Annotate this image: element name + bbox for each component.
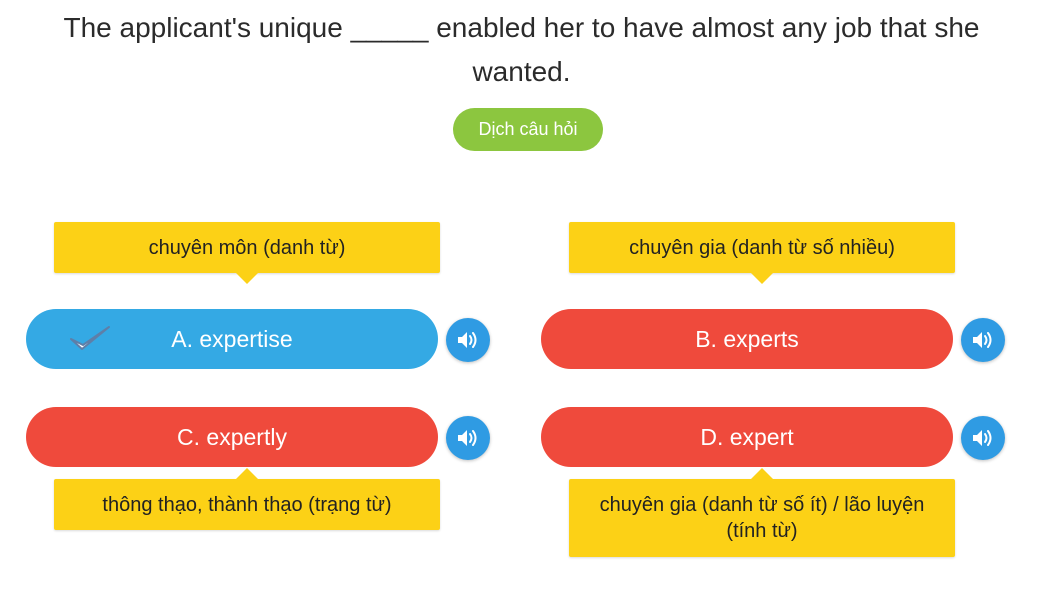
- hint-option-d: chuyên gia (danh từ số ít) / lão luyện (…: [569, 468, 955, 557]
- speaker-button-b[interactable]: [961, 318, 1005, 362]
- answer-option-c-label: C. expertly: [177, 424, 287, 450]
- hint-option-d-text: chuyên gia (danh từ số ít) / lão luyện (…: [599, 494, 925, 542]
- translate-question-button[interactable]: Dịch câu hỏi: [453, 108, 603, 151]
- answer-option-b-label: B. experts: [695, 326, 799, 352]
- answer-option-c[interactable]: C. expertly: [26, 407, 438, 467]
- hint-option-b: chuyên gia (danh từ số nhiều): [569, 222, 955, 284]
- checkmark-icon: [70, 326, 110, 350]
- hint-option-a-text: chuyên môn (danh từ): [148, 236, 346, 259]
- hint-option-c: thông thạo, thành thạo (trạng từ): [54, 468, 440, 530]
- answer-option-d[interactable]: D. expert: [541, 407, 953, 467]
- hint-option-b-text: chuyên gia (danh từ số nhiều): [629, 236, 895, 259]
- speaker-icon: [458, 332, 477, 348]
- speaker-icon: [973, 332, 992, 348]
- speaker-icon: [458, 430, 477, 446]
- answer-option-a[interactable]: A. expertise: [26, 309, 438, 369]
- answer-option-d-label: D. expert: [700, 424, 794, 450]
- speaker-button-c[interactable]: [446, 416, 490, 460]
- speaker-icon: [973, 430, 992, 446]
- answer-option-a-label: A. expertise: [171, 326, 293, 352]
- answer-option-b[interactable]: B. experts: [541, 309, 953, 369]
- question-text: The applicant's unique _____ enabled her…: [63, 12, 980, 87]
- quiz-screen: The applicant's unique _____ enabled her…: [0, 0, 1043, 599]
- speaker-button-d[interactable]: [961, 416, 1005, 460]
- hint-option-c-text: thông thạo, thành thạo (trạng từ): [102, 493, 392, 516]
- hint-option-a: chuyên môn (danh từ): [54, 222, 440, 284]
- speaker-button-a[interactable]: [446, 318, 490, 362]
